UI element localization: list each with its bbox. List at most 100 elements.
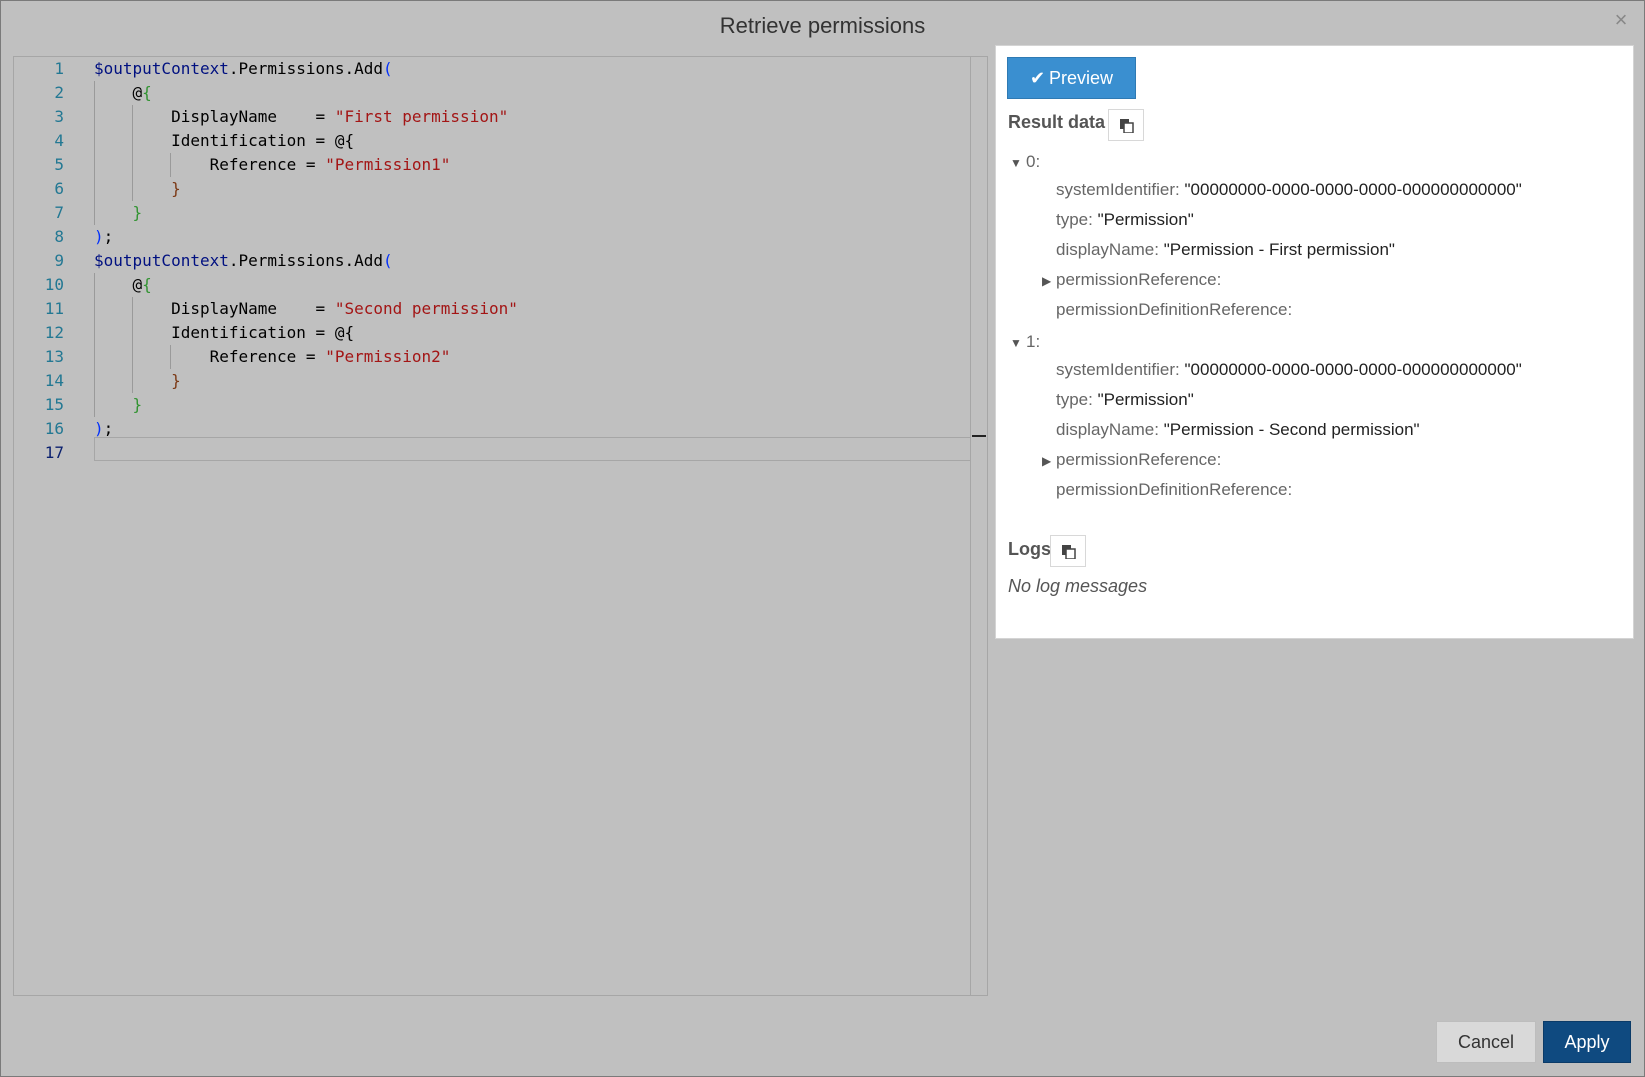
code-token: ; xyxy=(103,227,114,246)
retrieve-permissions-dialog: Retrieve permissions × 1 $outputContext.P… xyxy=(0,0,1645,1077)
code-token: } xyxy=(132,395,143,414)
line-number: 14 xyxy=(44,371,64,390)
collapse-arrow-icon[interactable]: ▼ xyxy=(1010,156,1022,170)
line-number: 4 xyxy=(54,131,64,150)
code-text: } xyxy=(94,369,181,393)
line-number: 2 xyxy=(54,83,64,102)
code-token: @ xyxy=(132,275,143,294)
code-token: } xyxy=(171,179,181,198)
code-text: @{ xyxy=(94,81,152,105)
line-number: 13 xyxy=(44,347,64,366)
code-editor[interactable]: 1 $outputContext.Permissions.Add(2 @{3 Di… xyxy=(13,56,988,996)
expand-arrow-icon[interactable]: ▶ xyxy=(1042,274,1051,288)
code-token: .Permissions.Add xyxy=(228,59,383,78)
code-token: ( xyxy=(382,59,393,78)
code-text: Reference = "Permission1" xyxy=(94,153,451,177)
code-token: DisplayName = xyxy=(94,299,335,318)
code-token: ) xyxy=(94,227,104,246)
tree-row-displayname: displayName: "Permission - First permiss… xyxy=(1056,240,1395,259)
code-token: } xyxy=(132,203,143,222)
code-token: "First permission" xyxy=(334,107,509,126)
tree-row-permissionreference[interactable]: permissionReference: xyxy=(1056,270,1221,290)
code-text: } xyxy=(94,201,143,225)
code-token: Reference = xyxy=(94,347,326,366)
code-token: DisplayName = xyxy=(94,107,335,126)
tree-row-permissionreference[interactable]: permissionReference: xyxy=(1056,450,1221,470)
code-token: "Second permission" xyxy=(334,299,518,318)
code-text: } xyxy=(94,177,181,201)
code-token: { xyxy=(142,275,152,294)
code-token: $outputContext xyxy=(94,59,229,78)
dialog-title: Retrieve permissions xyxy=(719,13,926,38)
line-number: 15 xyxy=(44,395,64,414)
result-panel: ✔ Preview Result data ▼ 0: systemIdentifi… xyxy=(995,45,1634,639)
copy-icon xyxy=(1062,545,1076,559)
close-icon[interactable]: × xyxy=(1610,9,1632,31)
line-number: 8 xyxy=(54,227,64,246)
line-number: 11 xyxy=(44,299,64,318)
code-token: Reference = xyxy=(94,155,326,174)
code-token: "Permission1" xyxy=(325,155,451,174)
result-index: 0: xyxy=(1026,152,1041,171)
line-number: 12 xyxy=(44,323,64,342)
code-text: Reference = "Permission2" xyxy=(94,345,451,369)
code-token: @ xyxy=(132,83,143,102)
code-token: ( xyxy=(382,251,393,270)
tree-row-permissiondefinitionreference: permissionDefinitionReference: xyxy=(1056,300,1293,319)
copy-logs-button[interactable] xyxy=(1050,535,1086,567)
cancel-button[interactable]: Cancel xyxy=(1436,1021,1536,1063)
line-number: 3 xyxy=(54,107,64,126)
code-token: .Permissions.Add xyxy=(228,251,383,270)
code-text: ); xyxy=(94,417,113,441)
expand-arrow-icon[interactable]: ▶ xyxy=(1042,454,1051,468)
line-number: 6 xyxy=(54,179,64,198)
collapse-arrow-icon[interactable]: ▼ xyxy=(1010,336,1022,350)
copy-icon xyxy=(1120,119,1134,133)
copy-result-button[interactable] xyxy=(1108,109,1144,141)
code-token: Identification = xyxy=(94,323,335,342)
preview-button[interactable]: ✔ Preview xyxy=(1007,57,1136,99)
tree-row-type: type: "Permission" xyxy=(1056,210,1194,229)
editor-scrollbar[interactable] xyxy=(970,57,987,995)
code-text: $outputContext.Permissions.Add( xyxy=(94,57,393,81)
tree-row-type: type: "Permission" xyxy=(1056,390,1194,409)
code-text: Identification = @{ xyxy=(94,321,354,345)
line-number: 17 xyxy=(44,443,64,462)
tree-row-permissiondefinitionreference: permissionDefinitionReference: xyxy=(1056,480,1293,499)
tree-row-displayname: displayName: "Permission - Second permis… xyxy=(1056,420,1420,439)
tree-row-systemidentifier: systemIdentifier: "00000000-0000-0000-00… xyxy=(1056,360,1522,379)
code-token: Identification = xyxy=(94,131,335,150)
tree-row-systemidentifier: systemIdentifier: "00000000-0000-0000-00… xyxy=(1056,180,1522,199)
code-text: ); xyxy=(94,225,113,249)
result-index: 1: xyxy=(1026,332,1041,351)
line-number: 10 xyxy=(44,275,64,294)
code-token: "Permission2" xyxy=(325,347,451,366)
line-number: 1 xyxy=(54,59,64,78)
code-text: } xyxy=(94,393,143,417)
line-number: 5 xyxy=(54,155,64,174)
code-text: $outputContext.Permissions.Add( xyxy=(94,249,393,273)
no-log-messages: No log messages xyxy=(1008,576,1148,596)
code-text: @{ xyxy=(94,273,152,297)
line-number: 9 xyxy=(54,251,64,270)
code-token: ; xyxy=(103,419,114,438)
line-number: 16 xyxy=(44,419,64,438)
code-token: @{ xyxy=(334,323,355,342)
code-text: Identification = @{ xyxy=(94,129,354,153)
code-token: ) xyxy=(94,419,104,438)
code-text: DisplayName = "First permission" xyxy=(94,105,508,129)
code-token: @{ xyxy=(334,131,355,150)
code-token: } xyxy=(171,371,181,390)
result-data-label: Result data xyxy=(1008,112,1106,132)
apply-button[interactable]: Apply xyxy=(1543,1021,1631,1063)
checkmark-icon: ✔ xyxy=(1029,68,1046,88)
code-text: DisplayName = "Second permission" xyxy=(94,297,518,321)
logs-label: Logs xyxy=(1008,539,1051,559)
code-token: { xyxy=(142,83,152,102)
